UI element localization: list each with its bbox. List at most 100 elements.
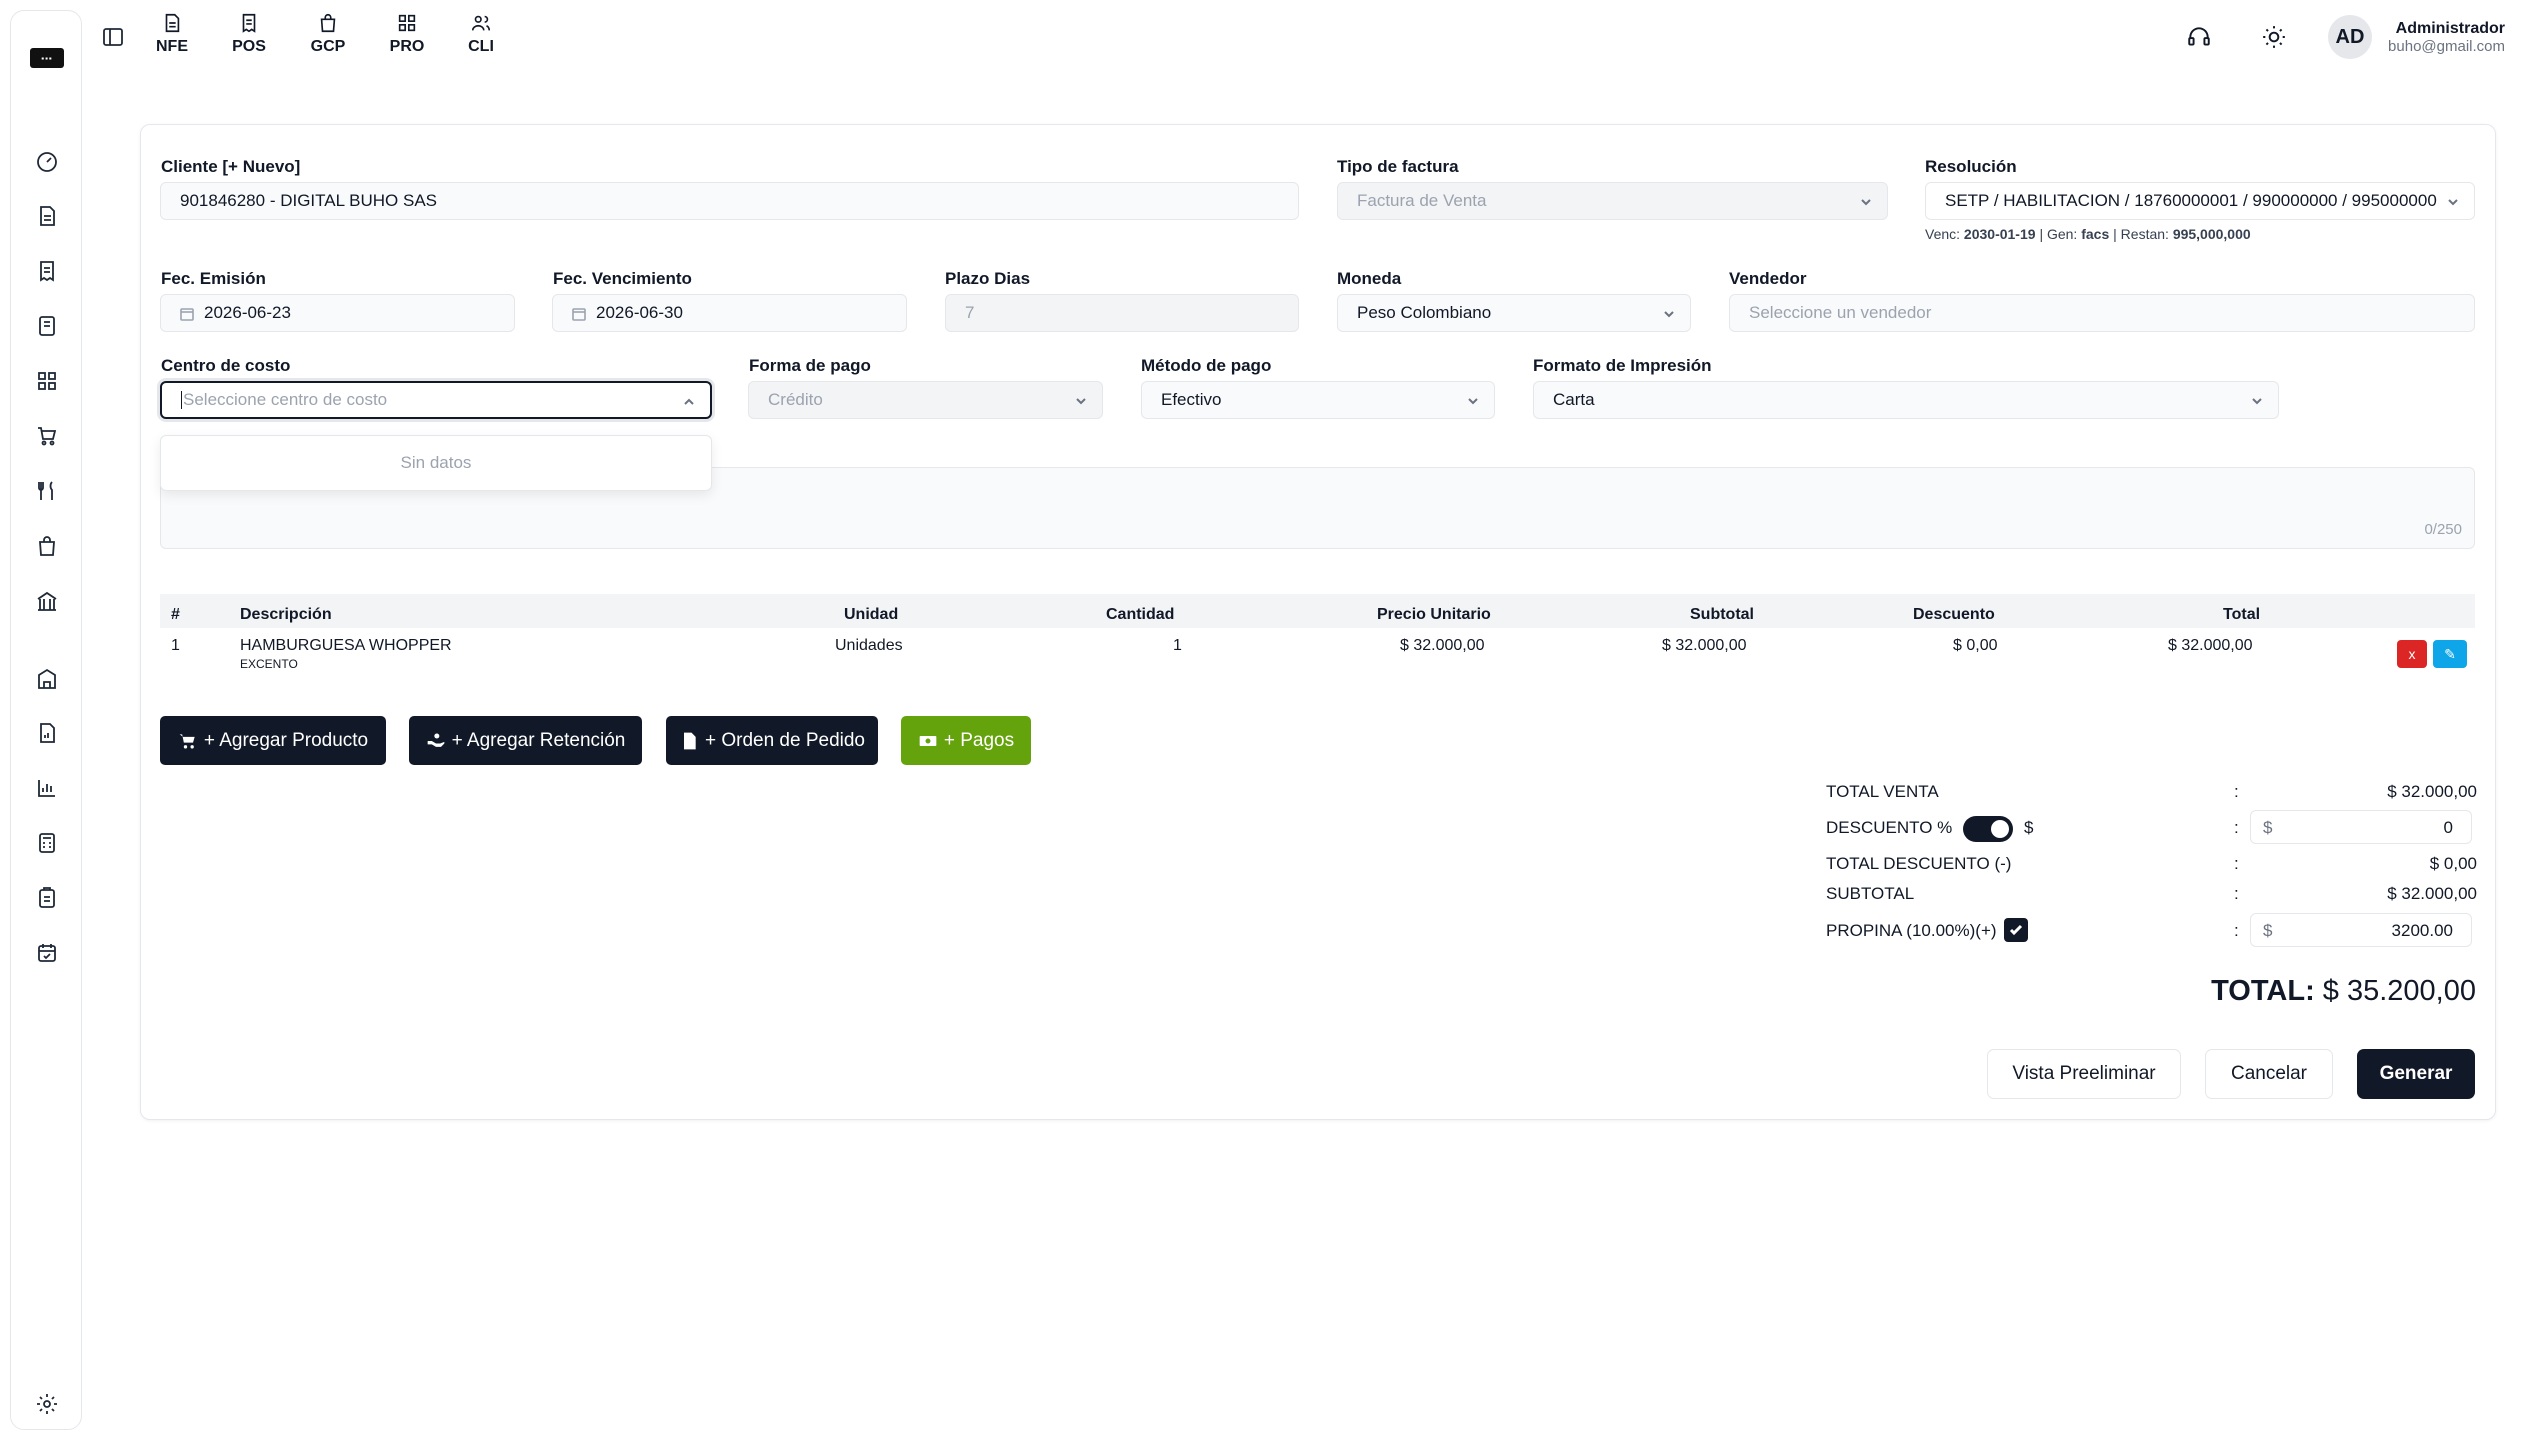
colon: : bbox=[2234, 818, 2239, 837]
utensils-icon[interactable] bbox=[11, 471, 83, 511]
toggle-knob bbox=[1991, 820, 2009, 838]
text-caret bbox=[181, 391, 182, 409]
clipboard-icon[interactable] bbox=[11, 878, 83, 918]
chevron-up-icon bbox=[682, 394, 696, 408]
module-pos[interactable]: POS bbox=[219, 12, 279, 64]
avatar[interactable]: AD bbox=[2328, 15, 2372, 59]
shopping-bag-icon[interactable] bbox=[11, 526, 83, 566]
module-label: PRO bbox=[389, 38, 425, 55]
sidebar-toggle-button[interactable] bbox=[98, 22, 128, 52]
cancel-button[interactable]: Cancelar bbox=[2205, 1049, 2333, 1099]
file-icon bbox=[683, 732, 696, 749]
file-chart-icon[interactable] bbox=[11, 713, 83, 753]
app-logo: ▪▪▪ bbox=[30, 48, 64, 68]
total-descuento-label: TOTAL DESCUENTO (-) bbox=[1826, 854, 2012, 873]
invoice-icon[interactable] bbox=[11, 306, 83, 346]
user-email: buho@gmail.com bbox=[2388, 38, 2505, 55]
calculator-icon[interactable] bbox=[11, 823, 83, 863]
pagos-button[interactable]: + Pagos bbox=[901, 716, 1031, 765]
chevron-down-icon bbox=[2446, 194, 2460, 208]
forma-pago-label: Forma de pago bbox=[749, 356, 871, 375]
module-cli[interactable]: CLI bbox=[451, 12, 511, 64]
building-icon[interactable] bbox=[11, 659, 83, 699]
sidebar: ▪▪▪ bbox=[10, 10, 82, 1430]
cart-icon bbox=[179, 733, 195, 748]
centro-costo-select[interactable]: Seleccione centro de costo bbox=[160, 381, 712, 419]
module-pro[interactable]: PRO bbox=[377, 12, 437, 64]
resolucion-label: Resolución bbox=[1925, 157, 2017, 176]
formato-impresion-select[interactable]: Carta bbox=[1533, 381, 2279, 419]
propina-checkbox[interactable] bbox=[2004, 918, 2028, 942]
agregar-retencion-button[interactable]: + Agregar Retención bbox=[409, 716, 642, 765]
cart-icon[interactable] bbox=[11, 416, 83, 456]
agregar-producto-button[interactable]: + Agregar Producto bbox=[160, 716, 386, 765]
settings-icon[interactable] bbox=[11, 1384, 83, 1424]
module-label: NFE bbox=[156, 38, 188, 55]
sun-icon[interactable] bbox=[2257, 20, 2291, 54]
grand-total-value: $ 35.200,00 bbox=[2322, 975, 2476, 1007]
headset-icon[interactable] bbox=[2182, 20, 2216, 54]
tipo-factura-select[interactable]: Factura de Venta bbox=[1337, 182, 1888, 220]
agregar-retencion-label: + Agregar Retención bbox=[451, 729, 626, 751]
vendedor-select[interactable]: Seleccione un vendedor bbox=[1729, 294, 2475, 332]
descuento-input[interactable]: $ 0 bbox=[2250, 810, 2472, 844]
resolucion-info: Venc: 2030-01-19 | Gen: facs | Restan: 9… bbox=[1925, 226, 2251, 242]
row-precio: $ 32.000,00 bbox=[1400, 637, 1485, 654]
orden-pedido-label: + Orden de Pedido bbox=[704, 729, 866, 751]
chevron-down-icon bbox=[2250, 393, 2264, 407]
generar-button[interactable]: Generar bbox=[2357, 1049, 2475, 1099]
fec-emision-field[interactable]: 2026-06-23 bbox=[160, 294, 515, 332]
chevron-down-icon bbox=[1074, 393, 1088, 407]
th-num: # bbox=[171, 606, 180, 623]
propina-input-value: 3200.00 bbox=[2391, 921, 2453, 940]
module-nfe[interactable]: NFE bbox=[142, 12, 202, 64]
grid-icon[interactable] bbox=[11, 361, 83, 401]
module-label: CLI bbox=[468, 38, 494, 55]
propina-label: PROPINA (10.00%)(+) bbox=[1826, 921, 1997, 940]
notas-counter: 0/250 bbox=[2424, 521, 2462, 538]
money-icon bbox=[919, 735, 937, 746]
fec-emision-value: 2026-06-23 bbox=[204, 303, 291, 322]
propina-input[interactable]: $ 3200.00 bbox=[2250, 913, 2472, 947]
tipo-factura-label: Tipo de factura bbox=[1337, 157, 1459, 176]
module-gcp[interactable]: GCP bbox=[298, 12, 358, 64]
th-precio: Precio Unitario bbox=[1377, 606, 1491, 623]
resolucion-select[interactable]: SETP / HABILITACION / 18760000001 / 9900… bbox=[1925, 182, 2475, 220]
file-text-icon bbox=[165, 13, 180, 33]
dropdown-empty-text: Sin datos bbox=[400, 453, 472, 472]
moneda-value: Peso Colombiano bbox=[1357, 303, 1492, 322]
metodo-pago-select[interactable]: Efectivo bbox=[1141, 381, 1495, 419]
moneda-label: Moneda bbox=[1337, 269, 1402, 288]
cliente-label[interactable]: Cliente [+ Nuevo] bbox=[161, 157, 300, 177]
cliente-field[interactable]: 901846280 - DIGITAL BUHO SAS bbox=[160, 182, 1299, 220]
cliente-value: 901846280 - DIGITAL BUHO SAS bbox=[180, 191, 438, 210]
fec-vencimiento-field[interactable]: 2026-06-30 bbox=[552, 294, 907, 332]
forma-pago-select[interactable]: Crédito bbox=[748, 381, 1103, 419]
row-tax: EXCENTO bbox=[240, 657, 298, 671]
vista-preliminar-button[interactable]: Vista Preeliminar bbox=[1987, 1049, 2181, 1099]
th-unidad: Unidad bbox=[844, 606, 899, 623]
receipt-icon[interactable] bbox=[11, 251, 83, 291]
descuento-mode-toggle[interactable] bbox=[1963, 816, 2013, 842]
subtotal-value: $ 32.000,00 bbox=[2387, 884, 2477, 903]
metodo-pago-value: Efectivo bbox=[1161, 390, 1222, 409]
orden-pedido-button[interactable]: + Orden de Pedido bbox=[666, 716, 878, 765]
plazo-dias-label: Plazo Dias bbox=[945, 269, 1031, 288]
bar-chart-icon[interactable] bbox=[11, 768, 83, 808]
dashboard-icon[interactable] bbox=[11, 142, 83, 182]
th-cantidad: Cantidad bbox=[1106, 606, 1175, 623]
forma-pago-value: Crédito bbox=[768, 390, 823, 409]
row-num: 1 bbox=[171, 637, 180, 654]
bank-icon[interactable] bbox=[11, 581, 83, 621]
edit-row-button[interactable]: ✎ bbox=[2433, 640, 2467, 668]
moneda-select[interactable]: Peso Colombiano bbox=[1337, 294, 1691, 332]
gen-label: | Gen: bbox=[2039, 226, 2078, 242]
plazo-dias-field[interactable]: 7 bbox=[945, 294, 1299, 332]
currency-symbol: $ bbox=[2263, 818, 2273, 837]
chevron-down-icon bbox=[1662, 306, 1676, 320]
row-unidad: Unidades bbox=[835, 637, 903, 654]
document-icon[interactable] bbox=[11, 196, 83, 236]
delete-row-button[interactable]: x bbox=[2397, 640, 2427, 668]
descuento-dollar-label: $ bbox=[2024, 818, 2034, 837]
calendar-check-icon[interactable] bbox=[11, 933, 83, 973]
